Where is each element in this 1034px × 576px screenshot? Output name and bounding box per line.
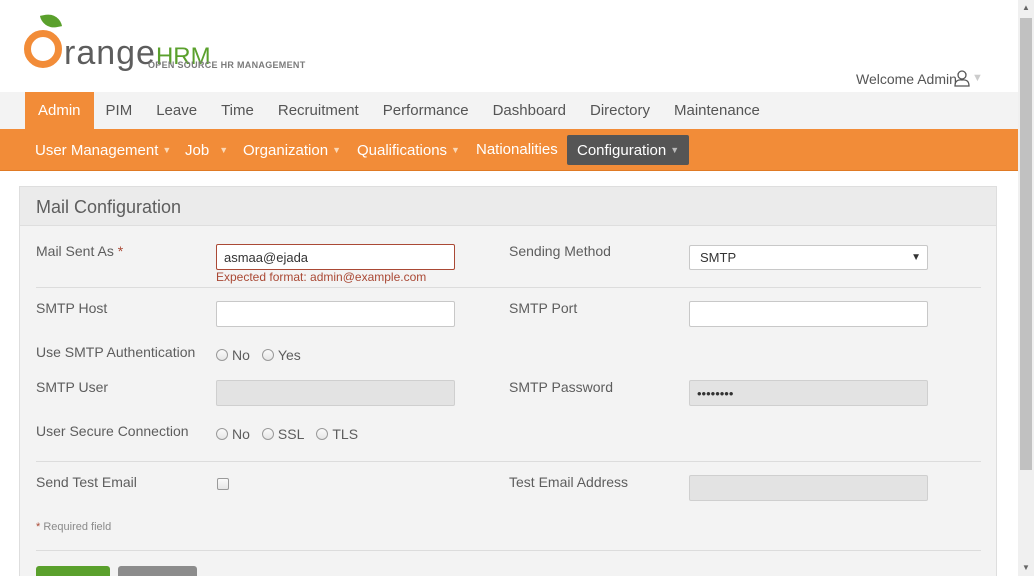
secure-ssl-label: SSL <box>277 426 305 442</box>
submenu-qualifications[interactable]: Qualifications ▼ <box>347 135 470 165</box>
sending-method-value: SMTP <box>700 250 737 265</box>
test-email-address-label: Test Email Address <box>509 474 629 490</box>
smtp-password-input[interactable] <box>689 380 928 406</box>
required-field-note: * Required field <box>36 521 111 533</box>
secure-tls-radio[interactable] <box>316 428 329 440</box>
mail-sent-as-error: Expected format: admin@example.com <box>216 270 427 284</box>
reset-button[interactable] <box>118 566 197 576</box>
required-star: * <box>117 243 124 259</box>
smtp-auth-no-option[interactable]: No <box>216 347 250 363</box>
submenu-user-management[interactable]: User Management ▼ <box>25 135 181 165</box>
chevron-down-icon: ▼ <box>219 145 229 155</box>
secure-connection-radio-group: No SSL TLS <box>216 426 370 442</box>
secure-no-label: No <box>232 426 250 442</box>
submenu-nationalities[interactable]: Nationalities <box>466 135 568 165</box>
select-arrow-icon: ▼ <box>911 252 921 263</box>
test-email-address-input[interactable] <box>689 475 928 501</box>
smtp-user-label: SMTP User <box>36 379 109 395</box>
logo-leaf-icon <box>39 12 63 30</box>
divider <box>36 287 981 288</box>
divider <box>36 550 981 551</box>
panel-title: Mail Configuration <box>36 197 182 217</box>
sending-method-label: Sending Method <box>509 243 611 259</box>
smtp-host-input[interactable] <box>216 301 455 327</box>
menu-pim[interactable]: PIM <box>94 92 145 129</box>
mail-sent-as-input[interactable] <box>216 244 455 270</box>
submenu-user-management-label: User Management <box>35 142 159 159</box>
welcome-caret-icon[interactable]: ▼ <box>972 72 983 84</box>
menu-leave[interactable]: Leave <box>144 92 209 129</box>
secure-connection-label: User Secure Connection <box>36 423 189 439</box>
secure-ssl-radio[interactable] <box>261 428 274 440</box>
orangehrm-logo[interactable]: rangeHRM OPEN SOURCE HR MANAGEMENT <box>24 12 314 74</box>
main-menu: Admin PIM Leave Time Recruitment Perform… <box>25 92 772 129</box>
menu-maintenance[interactable]: Maintenance <box>662 92 772 129</box>
smtp-auth-no-label: No <box>232 347 250 363</box>
submenu-qualifications-label: Qualifications <box>357 142 448 159</box>
menu-performance[interactable]: Performance <box>371 92 481 129</box>
menu-recruitment[interactable]: Recruitment <box>266 92 371 129</box>
mail-configuration-panel: Mail Configuration Mail Sent As * Expect… <box>19 186 997 576</box>
smtp-port-input[interactable] <box>689 301 928 327</box>
smtp-auth-yes-label: Yes <box>277 347 301 363</box>
required-star: * <box>36 521 41 533</box>
secure-tls-label: TLS <box>332 426 359 442</box>
scroll-down-icon[interactable]: ▼ <box>1018 560 1034 576</box>
save-button[interactable] <box>36 566 110 576</box>
chevron-down-icon: ▼ <box>162 145 172 155</box>
menu-dashboard[interactable]: Dashboard <box>481 92 578 129</box>
send-test-email-label: Send Test Email <box>36 474 137 490</box>
smtp-user-input[interactable] <box>216 380 455 406</box>
secure-no-radio[interactable] <box>216 428 228 440</box>
logo-subtitle: OPEN SOURCE HR MANAGEMENT <box>148 60 306 70</box>
welcome-link[interactable]: Welcome Admin <box>856 71 957 87</box>
smtp-auth-no-radio[interactable] <box>216 349 228 361</box>
smtp-auth-yes-option[interactable]: Yes <box>261 347 301 363</box>
submenu-configuration[interactable]: Configuration ▼ <box>567 135 690 165</box>
user-icon[interactable] <box>954 69 970 87</box>
logo-main-text: range <box>64 34 156 72</box>
chevron-down-icon: ▼ <box>332 145 341 155</box>
smtp-port-label: SMTP Port <box>509 300 578 316</box>
mail-sent-as-label: Mail Sent As * <box>36 243 123 259</box>
scroll-up-icon[interactable]: ▲ <box>1018 0 1034 16</box>
submenu-job-label: Job <box>185 142 210 159</box>
smtp-password-label: SMTP Password <box>509 379 613 395</box>
submenu-organization[interactable]: Organization ▼ <box>233 135 351 165</box>
smtp-auth-yes-radio[interactable] <box>261 349 274 361</box>
chevron-down-icon: ▼ <box>451 145 460 155</box>
send-test-email-checkbox[interactable] <box>217 478 229 490</box>
panel-header: Mail Configuration <box>20 187 996 226</box>
sending-method-select[interactable]: SMTP ▼ <box>689 245 928 270</box>
menu-directory[interactable]: Directory <box>578 92 662 129</box>
required-note-text: Required field <box>43 521 112 533</box>
smtp-host-label: SMTP Host <box>36 300 108 316</box>
secure-no-option[interactable]: No <box>216 426 250 442</box>
admin-submenu: User Management ▼ Job ▼ Organization ▼ Qual… <box>0 129 1018 171</box>
smtp-auth-radio-group: No Yes <box>216 347 313 363</box>
submenu-organization-label: Organization <box>243 142 329 159</box>
smtp-auth-label: Use SMTP Authentication <box>36 344 196 360</box>
submenu-configuration-label: Configuration <box>577 142 667 159</box>
secure-ssl-option[interactable]: SSL <box>261 426 305 442</box>
logo-orange-icon <box>24 30 62 68</box>
header: rangeHRM OPEN SOURCE HR MANAGEMENT Welco… <box>0 0 1018 92</box>
chevron-down-icon: ▼ <box>670 145 680 155</box>
menu-admin[interactable]: Admin <box>25 92 94 129</box>
scrollbar-thumb[interactable] <box>1020 18 1032 470</box>
secure-tls-option[interactable]: TLS <box>316 426 358 442</box>
menu-time[interactable]: Time <box>209 92 266 129</box>
submenu-job[interactable]: Job ▼ <box>175 135 238 165</box>
mail-sent-as-label-text: Mail Sent As <box>36 243 114 259</box>
divider <box>36 461 981 462</box>
